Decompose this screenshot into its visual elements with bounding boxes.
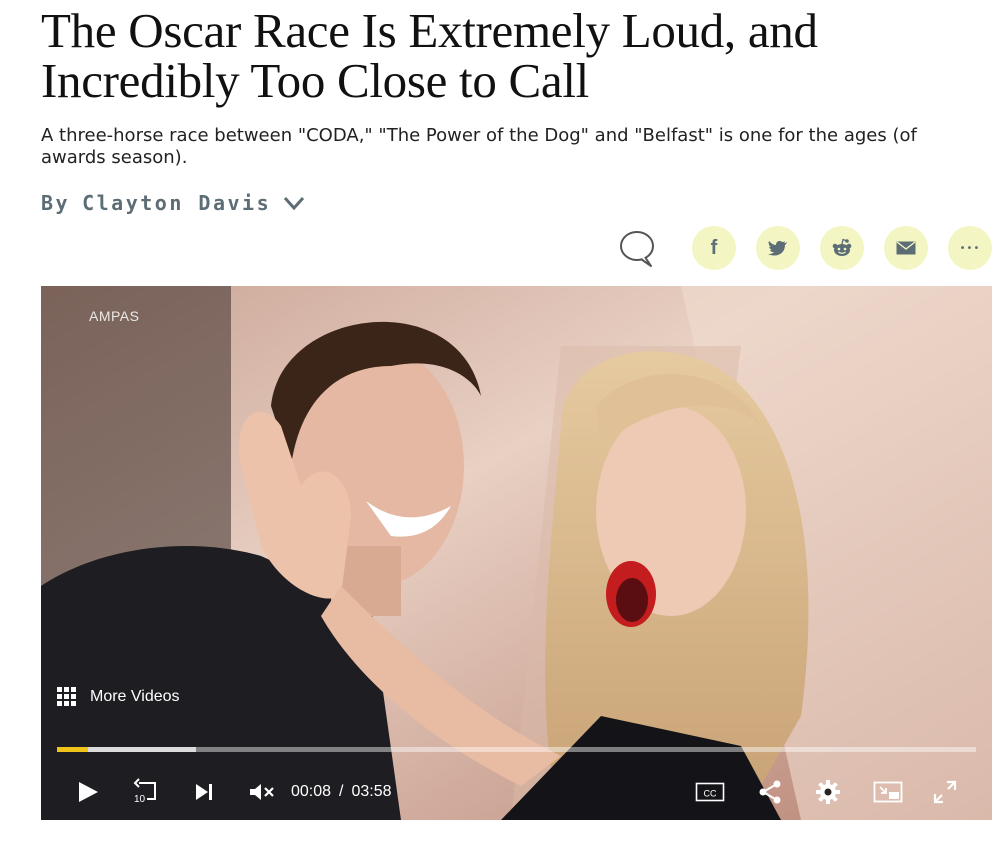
captions-label: CC xyxy=(704,789,717,799)
time-separator: / xyxy=(339,783,344,800)
facebook-share-button[interactable]: f xyxy=(692,226,736,270)
byline[interactable]: By Clayton Davis xyxy=(41,190,305,216)
skip-next-icon xyxy=(196,784,212,800)
twitter-share-button[interactable] xyxy=(756,226,800,270)
twitter-icon xyxy=(768,241,787,256)
more-videos-label: More Videos xyxy=(90,687,180,705)
email-icon xyxy=(896,241,916,255)
article-dek: A three-horse race between "CODA," "The … xyxy=(41,125,917,168)
settings-button[interactable] xyxy=(813,774,843,810)
volume-muted-icon xyxy=(250,784,274,800)
duration: 03:58 xyxy=(351,783,392,800)
current-time: 00:08 xyxy=(291,783,332,800)
video-watermark: AMPAS xyxy=(89,308,140,324)
article-headline: The Oscar Race Is Extremely Loud, and In… xyxy=(41,3,818,108)
email-share-button[interactable] xyxy=(884,226,928,270)
video-progress-bar[interactable] xyxy=(57,747,976,752)
more-share-button[interactable]: ••• xyxy=(948,226,992,270)
facebook-icon: f xyxy=(710,236,718,259)
more-icon: ••• xyxy=(959,242,981,254)
rewind-10-button[interactable]: 10 xyxy=(129,774,163,810)
play-button[interactable] xyxy=(73,774,103,810)
rewind-seconds: 10 xyxy=(134,794,146,805)
next-button[interactable] xyxy=(191,774,217,810)
expand-icon xyxy=(933,780,957,804)
chevron-down-icon[interactable] xyxy=(283,195,305,211)
picture-in-picture-icon xyxy=(873,781,903,803)
byline-prefix: By xyxy=(41,191,71,215)
fullscreen-button[interactable] xyxy=(930,774,960,810)
reddit-share-button[interactable] xyxy=(820,226,864,270)
progress-played xyxy=(57,747,89,752)
video-player[interactable]: AMPAS More Videos 10 00:08 / 03:58 CC xyxy=(41,286,992,820)
video-time: 00:08 / 03:58 xyxy=(291,774,392,810)
share-icon xyxy=(759,780,781,804)
video-frame xyxy=(41,286,992,820)
reddit-icon xyxy=(832,238,852,256)
gear-icon xyxy=(816,780,840,804)
closed-captions-icon: CC xyxy=(695,782,725,802)
share-video-button[interactable] xyxy=(755,774,785,810)
grid-icon xyxy=(57,687,76,706)
picture-in-picture-button[interactable] xyxy=(871,774,905,810)
video-controls: 10 00:08 / 03:58 CC xyxy=(41,774,992,810)
comment-icon[interactable] xyxy=(618,228,658,268)
more-videos-button[interactable]: More Videos xyxy=(57,687,180,706)
author-name[interactable]: Clayton Davis xyxy=(82,191,271,215)
captions-button[interactable]: CC xyxy=(693,774,727,810)
play-icon xyxy=(79,782,98,802)
mute-button[interactable] xyxy=(247,774,277,810)
rewind-icon: 10 xyxy=(133,778,156,805)
